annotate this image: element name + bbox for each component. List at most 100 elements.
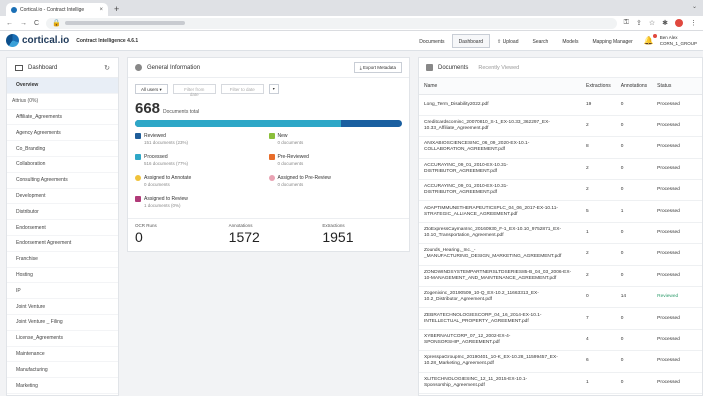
document-name[interactable]: Zounds_Hearing,_Inc._-_MANUFACTURING_DES… [419, 243, 581, 266]
nav-dashboard[interactable]: Dashboard [451, 33, 491, 48]
logo[interactable]: cortical.io Contract Intelligence 4.6.1 [6, 34, 138, 47]
status-stat-count: 0 documents [277, 161, 304, 166]
export-metadata-button[interactable]: ⤓ Export Metadata [353, 62, 402, 73]
table-row[interactable]: ACCURAYINC_09_01_2010-EX-10.31-DISTRIBUT… [419, 179, 702, 202]
table-row[interactable]: XLITECHNOLOGIESINC_12_11_2015-EX-10.1-Sp… [419, 372, 702, 394]
sidebar-item[interactable]: Maintenance [7, 347, 118, 363]
filter-dropdown-button[interactable]: ▾ [268, 84, 279, 94]
document-annotations: 0 [615, 222, 653, 245]
tab-recently-viewed[interactable]: Recently Viewed [478, 65, 519, 71]
reload-icon[interactable]: C [34, 20, 39, 27]
document-name[interactable]: ZtoExpressCaymanInc_20160930_F-1_EX-10.1… [419, 222, 581, 245]
document-name[interactable]: ADAPTIMMUNETHERAPEUTICSPLC_04_06_2017-EX… [419, 200, 581, 223]
document-status: Processed [652, 222, 702, 245]
star-icon[interactable]: ☆ [649, 19, 655, 27]
document-name[interactable]: Zogenixinc_20190509_10-Q_EX-10.2_1166331… [419, 286, 581, 309]
ocr-runs-label: OCR Runs [135, 223, 157, 228]
general-info-header: General Information ⤓ Export Metadata [128, 58, 409, 78]
table-row[interactable]: Creditcardscominc_20070810_S-1_EX-10.33_… [419, 115, 702, 138]
sidebar-item[interactable]: Consulting Agreements [7, 173, 118, 189]
document-name[interactable]: ANIXABIOSCIENCESINC_06_09_2020-EX-10.1-C… [419, 136, 581, 159]
table-row[interactable]: ZEBRATECHNOLOGIESCORP_04_16_2014-EX-10.1… [419, 307, 702, 330]
sidebar-item[interactable]: Endorsement Agreement [7, 236, 118, 252]
document-name[interactable]: ZONDWINDSYSTEMPARTNERSLTDSERIES85-B_04_0… [419, 265, 581, 288]
nav-models[interactable]: Models [555, 34, 585, 48]
forward-icon[interactable]: → [20, 20, 27, 27]
column-annotations[interactable]: Annotations [615, 78, 653, 95]
table-row[interactable]: XYBERNAUTCORP_07_12_2002-EX-4-SPONSORSHI… [419, 329, 702, 352]
table-row[interactable]: Zounds_Hearing,_Inc._-_MANUFACTURING_DES… [419, 243, 702, 266]
document-extractions: 6 [581, 350, 616, 373]
document-extractions: 2 [581, 179, 616, 202]
document-status: Reviewed [652, 286, 702, 309]
extractions: Extractions 1951 [315, 219, 409, 251]
sidebar-item[interactable]: Marketing [7, 378, 118, 394]
back-icon[interactable]: ← [6, 20, 13, 27]
table-row[interactable]: XpresspaGroupInc_20190401_10-K_EX-10.28_… [419, 350, 702, 373]
sidebar-item[interactable]: Development [7, 189, 118, 205]
document-status: Processed [652, 243, 702, 266]
logo-icon [6, 34, 19, 47]
refresh-icon[interactable]: ↻ [104, 64, 110, 72]
tab-documents[interactable]: Documents [438, 65, 468, 71]
user-select[interactable]: All users ▾ [135, 84, 168, 94]
nav-search[interactable]: Search [525, 34, 555, 48]
table-row[interactable]: ZtoExpressCaymanInc_20160930_F-1_EX-10.1… [419, 222, 702, 245]
sidebar-item[interactable]: Joint Venture _ Filing [7, 315, 118, 331]
document-name[interactable]: ZEBRATECHNOLOGIESCORP_04_16_2014-EX-10.1… [419, 307, 581, 330]
puzzle-icon[interactable]: ✱ [662, 19, 668, 27]
document-name[interactable]: XpresspaGroupInc_20190401_10-K_EX-10.28_… [419, 350, 581, 373]
sidebar-item[interactable]: Agency Agreements [7, 125, 118, 142]
status-stat: Assigned to Review 1 documents (0%) [135, 194, 269, 215]
sidebar-item[interactable]: Manufacturing [7, 362, 118, 379]
sidebar-item[interactable]: Collaboration [7, 157, 118, 173]
sidebar-item[interactable]: Franchise [7, 252, 118, 268]
sidebar-item[interactable]: License_Agreements [7, 331, 118, 347]
table-row[interactable]: ZONDWINDSYSTEMPARTNERSLTDSERIES85-B_04_0… [419, 265, 702, 288]
table-row[interactable]: Zogenixinc_20190509_10-Q_EX-10.2_1166331… [419, 286, 702, 309]
sidebar-item[interactable]: Hosting [7, 268, 118, 284]
annotations-label: Annotations [228, 223, 253, 228]
key-icon[interactable]: ⚿ [624, 19, 629, 27]
status-stat-title: New [268, 133, 403, 139]
sidebar-item[interactable]: Co_Branding [7, 141, 118, 157]
document-name[interactable]: ACCURAYINC_09_01_2010-EX-10.31-DISTRIBUT… [419, 179, 581, 202]
nav-mapping-manager[interactable]: Mapping Manager [585, 34, 639, 48]
sidebar-group[interactable]: Attrius (0%) [7, 94, 118, 110]
sidebar-item[interactable]: Affiliate_Agreements [7, 110, 118, 126]
menu-icon[interactable]: ⋮ [690, 19, 697, 27]
table-row[interactable]: ANIXABIOSCIENCESINC_06_09_2020-EX-10.1-C… [419, 136, 702, 159]
filter-from-date-input[interactable]: Filter from date [172, 84, 216, 97]
table-row[interactable]: Long_Term_Disability2022.pdf 19 0 Processed [419, 94, 702, 116]
column-status[interactable]: Status [652, 78, 702, 95]
document-name[interactable]: XLITECHNOLOGIESINC_12_11_2015-EX-10.1-Sp… [419, 372, 581, 394]
nav-upload[interactable]: ⇧ Upload [490, 34, 525, 48]
document-name[interactable]: ACCURAYINC_09_01_2010-EX-10.31-DISTRIBUT… [419, 158, 581, 181]
sidebar-item[interactable]: Endorsement [7, 220, 118, 236]
close-tab-icon[interactable]: × [99, 7, 103, 13]
nav-documents[interactable]: Documents [412, 34, 451, 48]
sidebar-item[interactable]: IP [7, 283, 118, 300]
app-header: cortical.io Contract Intelligence 4.6.1 … [0, 31, 703, 51]
lock-icon: 🔒 [52, 20, 61, 27]
chevron-down-icon[interactable]: ⌄ [692, 3, 697, 10]
document-name[interactable]: Creditcardscominc_20070810_S-1_EX-10.33_… [419, 115, 581, 138]
user-menu[interactable]: Ben Alex CORN_1_GROUP [660, 35, 697, 47]
column-name[interactable]: Name [419, 78, 581, 95]
sidebar-item[interactable]: Distributor [7, 204, 118, 221]
bell-icon[interactable]: 🔔 [644, 34, 657, 45]
filter-to-date-input[interactable]: Filter to date [220, 84, 264, 94]
profile-icon[interactable] [675, 19, 683, 27]
table-row[interactable]: ACCURAYINC_09_01_2010-EX-10.31-DISTRIBUT… [419, 158, 702, 181]
document-name[interactable]: Long_Term_Disability2022.pdf [419, 94, 581, 116]
sidebar-item-overview[interactable]: Overview [7, 78, 118, 94]
document-name[interactable]: XYBERNAUTCORP_07_12_2002-EX-4-SPONSORSHI… [419, 329, 581, 352]
sidebar-item[interactable]: Joint Venture [7, 299, 118, 315]
url-field[interactable]: 🔒 [46, 17, 617, 29]
share-icon[interactable]: ⇪ [636, 19, 642, 27]
table-row[interactable]: ADAPTIMMUNETHERAPEUTICSPLC_04_06_2017-EX… [419, 200, 702, 223]
browser-tab[interactable]: Cortical.io - Contract Intellige × [6, 3, 108, 16]
document-annotations: 0 [615, 158, 653, 181]
new-tab-button[interactable]: + [114, 3, 119, 16]
column-extractions[interactable]: Extractions [581, 78, 616, 95]
